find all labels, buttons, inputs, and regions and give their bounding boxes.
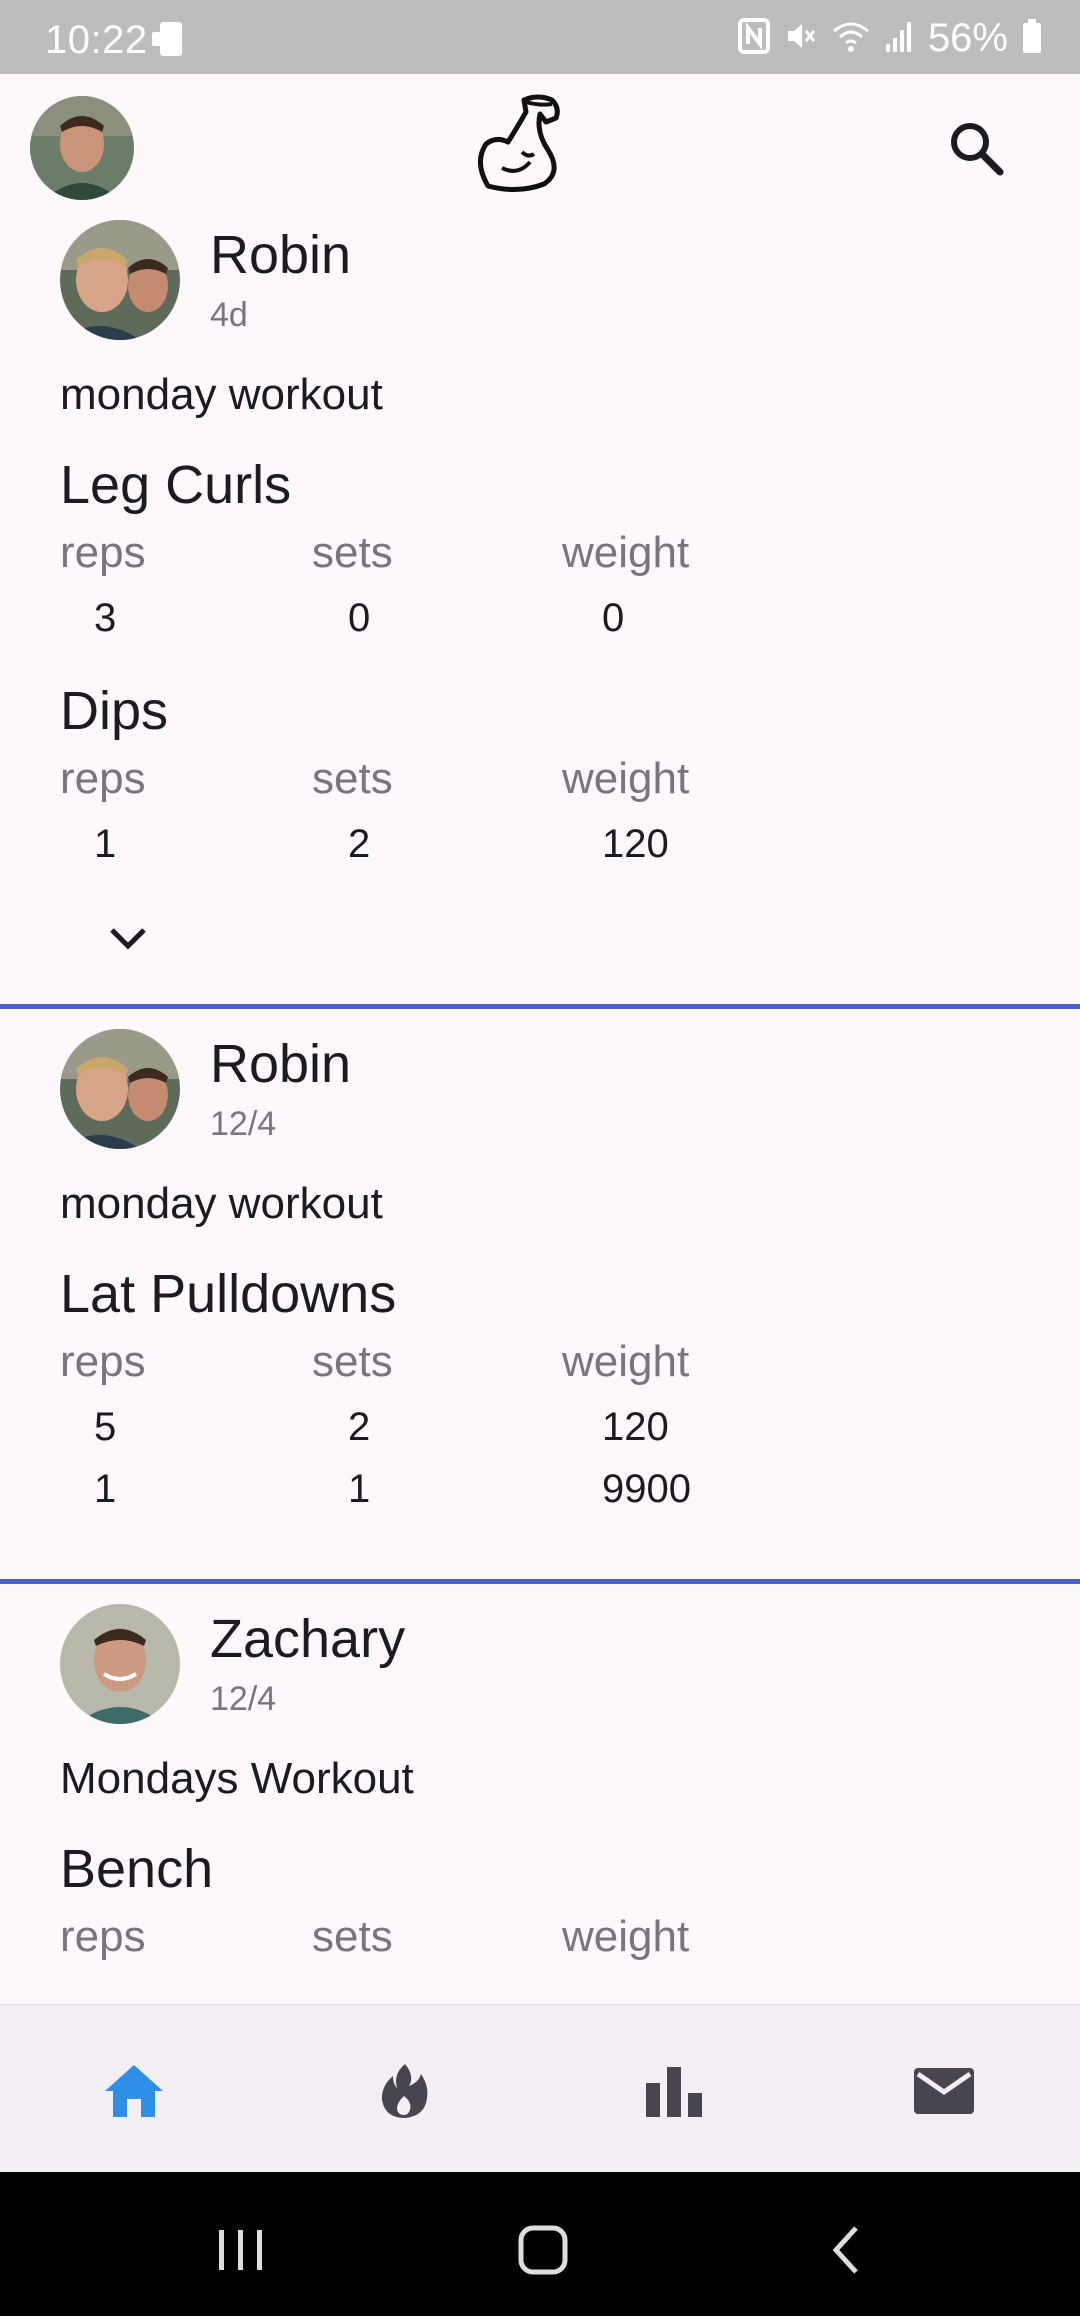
weight-value: 120 bbox=[602, 1405, 669, 1449]
reps-header: reps bbox=[60, 1912, 146, 1961]
sets-header: sets bbox=[312, 1337, 393, 1386]
status-bar: 10:22 56% bbox=[0, 0, 1080, 74]
workout-post: Zachary 12/4 Mondays Workout Bench reps … bbox=[0, 1584, 1080, 2004]
weight-value: 0 bbox=[602, 596, 625, 640]
workout-title: monday workout bbox=[60, 1179, 383, 1228]
exercise-name: Leg Curls bbox=[60, 455, 292, 515]
reps-header: reps bbox=[60, 754, 146, 803]
device-icon bbox=[150, 22, 192, 63]
post-author: Robin bbox=[210, 225, 352, 285]
workout-post: Robin 4d monday workout Leg Curls reps s… bbox=[0, 214, 1080, 1004]
bar-chart-icon bbox=[644, 2065, 704, 2122]
exercise-block: Bench reps sets weight bbox=[60, 1838, 812, 1980]
nav-home[interactable] bbox=[94, 2053, 174, 2133]
weight-header: weight bbox=[562, 754, 690, 803]
stats-row: 3 0 0 bbox=[60, 596, 812, 658]
sets-value: 2 bbox=[348, 822, 371, 866]
workout-title: Mondays Workout bbox=[60, 1754, 414, 1803]
home-button-icon[interactable] bbox=[518, 2206, 568, 2287]
exercise-list: Bench reps sets weight bbox=[60, 1838, 812, 1980]
stats-row: 1 1 9900 bbox=[60, 1467, 812, 1529]
search-icon[interactable] bbox=[946, 118, 1006, 183]
weight-value: 9900 bbox=[602, 1467, 691, 1511]
reps-value: 3 bbox=[94, 596, 117, 640]
stats-row: 1 2 120 bbox=[60, 822, 812, 884]
mute-icon bbox=[784, 19, 818, 58]
wifi-icon bbox=[832, 19, 870, 58]
status-icons: 56% bbox=[737, 15, 1042, 60]
exercise-name: Dips bbox=[60, 681, 169, 741]
post-date: 4d bbox=[210, 296, 248, 334]
back-icon[interactable] bbox=[826, 2206, 866, 2287]
stats-header: reps sets weight bbox=[60, 1912, 812, 1980]
workout-title: monday workout bbox=[60, 370, 383, 419]
weight-header: weight bbox=[562, 1337, 690, 1386]
weight-header: weight bbox=[562, 528, 690, 577]
bottom-navigation bbox=[0, 2004, 1080, 2172]
sets-value: 0 bbox=[348, 596, 371, 640]
exercise-list: Leg Curls reps sets weight 3 0 0 Dips re… bbox=[60, 454, 812, 884]
nfc-icon bbox=[737, 17, 770, 59]
weight-header: weight bbox=[562, 1912, 690, 1961]
profile-avatar[interactable] bbox=[30, 96, 134, 200]
stats-header: reps sets weight bbox=[60, 528, 812, 596]
nav-messages[interactable] bbox=[904, 2053, 984, 2133]
stats-row: 5 2 120 bbox=[60, 1405, 812, 1467]
exercise-block: Dips reps sets weight 1 2 120 bbox=[60, 680, 812, 884]
reps-value: 1 bbox=[94, 822, 117, 866]
battery-icon bbox=[1022, 18, 1042, 58]
signal-icon bbox=[884, 20, 914, 57]
nav-streaks[interactable] bbox=[364, 2053, 444, 2133]
sets-value: 1 bbox=[348, 1467, 371, 1511]
battery-level: 56% bbox=[927, 15, 1008, 60]
exercise-name: Bench bbox=[60, 1839, 214, 1899]
exercise-name: Lat Pulldowns bbox=[60, 1264, 397, 1324]
chevron-down-icon[interactable] bbox=[108, 926, 148, 957]
mail-icon bbox=[912, 2066, 976, 2121]
exercise-block: Lat Pulldowns reps sets weight 5 2 120 1… bbox=[60, 1263, 812, 1529]
recent-apps-icon[interactable] bbox=[216, 2206, 266, 2287]
stats-header: reps sets weight bbox=[60, 754, 812, 822]
nav-stats[interactable] bbox=[634, 2053, 714, 2133]
reps-header: reps bbox=[60, 1337, 146, 1386]
flexed-bicep-icon bbox=[468, 92, 572, 201]
reps-header: reps bbox=[60, 528, 146, 577]
sets-value: 2 bbox=[348, 1405, 371, 1449]
post-author: Zachary bbox=[210, 1609, 406, 1669]
status-time: 10:22 bbox=[45, 18, 148, 62]
author-avatar[interactable] bbox=[60, 220, 180, 340]
workout-feed[interactable]: Robin 4d monday workout Leg Curls reps s… bbox=[0, 214, 1080, 2004]
exercise-block: Leg Curls reps sets weight 3 0 0 bbox=[60, 454, 812, 658]
sets-header: sets bbox=[312, 528, 393, 577]
exercise-list: Lat Pulldowns reps sets weight 5 2 120 1… bbox=[60, 1263, 812, 1529]
author-avatar[interactable] bbox=[60, 1029, 180, 1149]
workout-post: Robin 12/4 monday workout Lat Pulldowns … bbox=[0, 1009, 1080, 1579]
home-icon bbox=[103, 2063, 165, 2124]
sets-header: sets bbox=[312, 754, 393, 803]
reps-value: 5 bbox=[94, 1405, 117, 1449]
stats-header: reps sets weight bbox=[60, 1337, 812, 1405]
post-date: 12/4 bbox=[210, 1680, 277, 1718]
post-date: 12/4 bbox=[210, 1105, 277, 1143]
post-author: Robin bbox=[210, 1034, 352, 1094]
app-bar bbox=[0, 74, 1080, 214]
flame-icon bbox=[379, 2062, 429, 2125]
system-navigation-bar bbox=[0, 2172, 1080, 2316]
reps-value: 1 bbox=[94, 1467, 117, 1511]
weight-value: 120 bbox=[602, 822, 669, 866]
author-avatar[interactable] bbox=[60, 1604, 180, 1724]
sets-header: sets bbox=[312, 1912, 393, 1961]
